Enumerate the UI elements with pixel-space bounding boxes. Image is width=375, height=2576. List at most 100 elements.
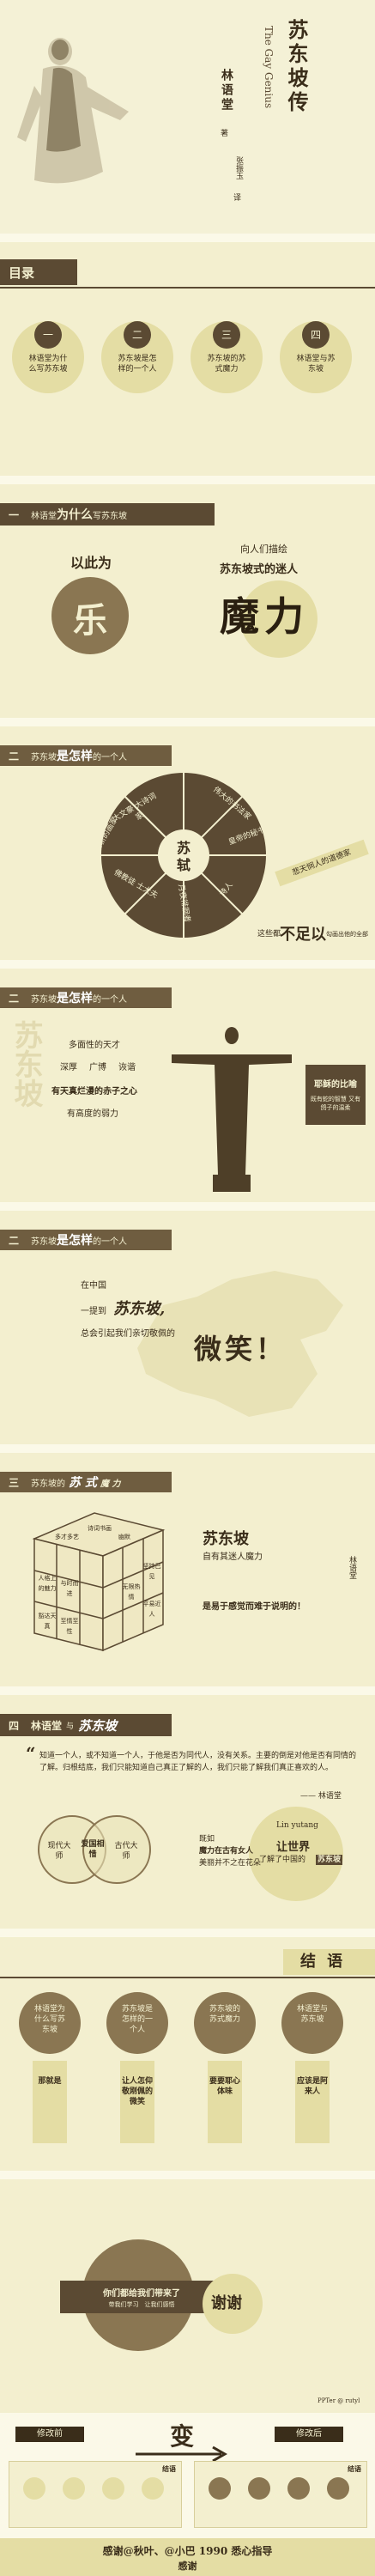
toc-item-4[interactable]: 林语堂与苏东坡: [293, 354, 338, 374]
cover-translator-label: 译: [233, 194, 242, 203]
cube-front-2: 与时而进: [60, 1580, 79, 1597]
section2c-header-post: 的一个人: [93, 1236, 128, 1247]
thanks-right: 谢谢: [211, 2294, 242, 2312]
conclusion-body-1: 那就是: [33, 2061, 67, 2143]
before-thumb-dot-4: [142, 2477, 164, 2500]
wheel-note-small: 这些都: [257, 930, 281, 939]
section4-quote: 知道一个人，或不知道一个人，于他是否为同代人，没有关系。主要的倒是对他是否有同情…: [39, 1752, 357, 1772]
section2b-slide: 二 苏东坡 是怎样 的一个人 苏东坡 多面性的天才 深厚 广博 诙谐 有天真烂漫…: [0, 969, 375, 1202]
section3-header-bold: 苏 式: [69, 1476, 97, 1490]
section2b-header-post: 的一个人: [93, 994, 128, 1005]
section1-header-bold: 为什么: [57, 508, 94, 522]
toc-title: 目录: [9, 264, 35, 281]
section4-slide: 四 林语堂 与 苏东坡 “ 知道一个人，或不知道一个人，于他是否为同代人，没有关…: [0, 1695, 375, 1929]
section2c-header-pre: 苏东坡: [31, 1236, 57, 1247]
section2b-line2b: 广博: [89, 1063, 106, 1072]
cover-author-label: 著: [221, 130, 229, 138]
cover-title: 苏东坡传: [284, 19, 309, 115]
compare-before: 修改前: [15, 2427, 84, 2442]
section2b-header-pre: 苏东坡: [31, 994, 57, 1005]
footer-line1: 感谢@秋叶、@小巴 1990 悉心指导: [102, 2545, 273, 2557]
toc-title-tag: 目录: [0, 259, 77, 285]
cover-slide: 苏东坡传 The Gay Genius 林语堂 著 张振玉 译: [0, 0, 375, 234]
toc-num-3: 三: [213, 321, 240, 349]
compare-after-title: 结语: [348, 2464, 361, 2473]
section4-right-line2: 了解了中国的: [259, 1856, 306, 1864]
thanks-left-bar: 你们都给我们带来了 带我们学习 让我们感悟: [60, 2281, 223, 2313]
compare-after: 修改后: [275, 2427, 343, 2442]
compare-after-thumb: 结语: [194, 2461, 367, 2528]
figure-illustration: [17, 38, 129, 184]
section2b-line2a: 深厚: [60, 1063, 77, 1072]
thanks-left1: 你们都给我们带来了: [103, 2289, 180, 2299]
section1-num: 一: [9, 508, 20, 521]
after-thumb-dot-3: [287, 2477, 310, 2500]
section1-header-post: 写苏东坡: [93, 511, 128, 521]
section2b-bg-text: 苏东坡: [9, 1020, 43, 1108]
toc-num-2: 二: [124, 321, 151, 349]
section4-right-en: Lin yutang: [276, 1821, 318, 1830]
conclusion-slide: 结 语 林语堂为什么写苏东坡 苏东坡是怎样的一个人 苏东坡的苏式魔力 林语堂与苏…: [0, 1937, 375, 2171]
toc-item-2[interactable]: 苏东坡是怎样的一个人: [115, 354, 160, 374]
conclusion-title-bar: 结 语: [283, 1949, 375, 1975]
section3-right-title: 苏东坡: [203, 1530, 249, 1548]
section3-right-author: 林语堂: [348, 1556, 356, 1579]
section2a-slide: 二 苏东坡 是怎样 的一个人 苏 轼 大文豪 大诗词家 创新的画家 伟大的书法家…: [0, 726, 375, 960]
thanks-credit: PPTer @ rutyl: [318, 2397, 360, 2404]
section2c-header: 二 苏东坡 是怎样 的一个人: [0, 1230, 172, 1250]
cube-top-1: 多才多艺: [55, 1534, 79, 1540]
section2c-num: 二: [9, 1234, 20, 1247]
footer-line2: 感谢: [178, 2561, 197, 2572]
section2b-num: 二: [9, 992, 20, 1005]
cube-front-4: 至情至性: [60, 1618, 79, 1635]
section1-slide: 一 林语堂 为什么 写苏东坡 以此为 乐 向人们描绘 苏东坡式的迷人 魔力: [0, 484, 375, 718]
section4-right-line1: 让世界: [276, 1841, 311, 1854]
section2c-slide: 二 苏东坡 是怎样 的一个人 在中国 一提到 苏东坡, 总会引起我们亲切敬佩的 …: [0, 1211, 375, 1444]
toc-num-1: 一: [34, 321, 62, 349]
after-thumb-dot-1: [209, 2477, 231, 2500]
section4-note-a: 既如: [199, 1835, 215, 1844]
venn-mid-label: 爱国相惜: [81, 1840, 105, 1859]
compare-before-thumb: 结语: [9, 2461, 182, 2528]
footer-slide: 感谢@秋叶、@小巴 1990 悉心指导 感谢: [0, 2538, 375, 2576]
section4-header: 四 林语堂 与 苏东坡: [0, 1714, 172, 1736]
section4-header-mid: 与: [66, 1722, 75, 1731]
cube-side-3: 无限热情: [122, 1583, 141, 1601]
conclusion-head-1: 林语堂为什么写苏东坡: [33, 2005, 65, 2034]
section1-left-big: 乐: [73, 600, 107, 641]
cover-author: 林语堂: [220, 69, 233, 112]
wheel-center-bottom: 轼: [176, 857, 191, 873]
toc-title-rule: [0, 287, 375, 289]
section3-right-line2: 是易于感觉而难于说明的！: [203, 1602, 305, 1612]
section4-header-pre: 林语堂: [31, 1719, 63, 1732]
conclusion-rule: [0, 1977, 375, 1978]
thanks-slide: 你们都给我们带来了 带我们学习 让我们感悟 谢谢 PPTer @ rutyl: [0, 2179, 375, 2413]
venn-right-label: 古代大师: [114, 1842, 138, 1861]
statue-illustration: [172, 1027, 292, 1192]
before-thumb-dot-1: [23, 2477, 45, 2500]
cube-front-1: 人格上的魅力: [38, 1575, 57, 1592]
cube-top-3: 幽默: [118, 1534, 130, 1540]
section1-header: 一 林语堂 为什么 写苏东坡: [0, 503, 215, 526]
toc-slide: 目录 一 二 三 四 林语堂为什么写苏东坡 苏东坡是怎样的一个人 苏东坡的苏式魔…: [0, 242, 375, 476]
section4-quote-author: —— 林语堂: [300, 1792, 342, 1801]
section2c-line2b: 苏东坡,: [113, 1300, 166, 1318]
conclusion-head-4: 林语堂与苏东坡: [296, 2005, 328, 2024]
section2c-header-bold: 是怎样: [57, 1234, 94, 1248]
before-thumb-dot-3: [102, 2477, 124, 2500]
toc-item-3[interactable]: 苏东坡的苏式魔力: [204, 354, 249, 374]
section2b-line4: 有高度的弱力: [67, 1109, 118, 1119]
conclusion-title-a: 结: [300, 1953, 316, 1971]
conclusion-title-b: 语: [327, 1953, 343, 1971]
section2b-header-bold: 是怎样: [57, 992, 94, 1005]
cube-front-3: 豁达天真: [38, 1613, 57, 1630]
conclusion-body-4: 应该是阿来人: [295, 2061, 330, 2143]
toc-item-1[interactable]: 林语堂为什么写苏东坡: [26, 354, 70, 374]
section2b-line2c: 诙谐: [118, 1063, 136, 1072]
section2c-line2a: 一提到: [81, 1307, 106, 1316]
section2c-big: 微笑！: [194, 1333, 287, 1365]
conclusion-head-2: 苏东坡是怎样的一个人: [121, 2005, 153, 2034]
section2c-line1: 在中国: [81, 1281, 106, 1291]
section3-num: 三: [9, 1476, 20, 1489]
section2b-box: 耶稣的比喻 既有蛇的智慧 又有鸽子的温柔: [305, 1065, 366, 1125]
